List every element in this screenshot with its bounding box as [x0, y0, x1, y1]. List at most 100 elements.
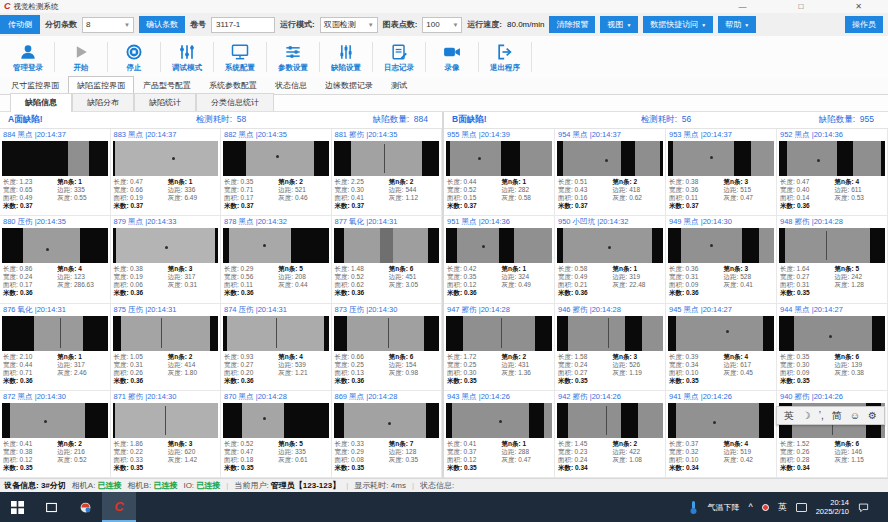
defect-thumbnail[interactable] [113, 228, 219, 263]
taskbar-active-app-icon[interactable]: C [102, 492, 136, 522]
defect-thumbnail[interactable] [557, 316, 663, 351]
sub-tab-0[interactable]: 缺陷信息 [10, 93, 72, 112]
defect-cell-876[interactable]: 876 氧化 |20:14:31长度: 2.10宽度: 0.44面积: 0.71… [0, 304, 111, 391]
defect-thumbnail[interactable] [223, 403, 329, 438]
defect-thumbnail[interactable] [557, 141, 663, 176]
defect-thumbnail[interactable] [557, 403, 663, 438]
roll-number-input[interactable]: 3117-1 [211, 17, 275, 33]
main-tab-6[interactable]: 测试 [382, 76, 416, 94]
defect-thumbnail[interactable] [668, 316, 774, 351]
view-menu-button[interactable]: 视图▼ [600, 16, 638, 33]
defect-thumbnail[interactable] [446, 403, 552, 438]
defect-thumbnail[interactable] [334, 228, 440, 263]
defect-thumbnail[interactable] [2, 316, 108, 351]
defect-cell-874[interactable]: 874 压伤 |20:14:31长度: 0.93宽度: 0.27面积: 0.20… [221, 304, 332, 391]
toolbar-button-camera[interactable]: 录像 [428, 42, 476, 73]
task-view-button[interactable] [34, 492, 68, 522]
defect-thumbnail[interactable] [113, 403, 219, 438]
defect-cell-942[interactable]: 942 擦伤 |20:14:26长度: 1.45宽度: 0.23面积: 0.24… [555, 391, 666, 478]
tray-notification-icon[interactable] [762, 504, 769, 511]
defect-cell-952[interactable]: 952 黑点 |20:14:36长度: 0.47宽度: 0.40面积: 0.14… [777, 129, 888, 216]
defect-cell-884[interactable]: 884 黑点 |20:14:37长度: 1.23宽度: 0.65面积: 0.49… [0, 129, 111, 216]
defect-thumbnail[interactable] [223, 316, 329, 351]
slit-count-select[interactable]: 8▼ [82, 17, 134, 33]
defect-cell-955[interactable]: 955 黑点 |20:14:39长度: 0.44宽度: 0.52面积: 0.15… [444, 129, 555, 216]
defect-cell-953[interactable]: 953 黑点 |20:14:37长度: 0.38宽度: 0.36面积: 0.11… [666, 129, 777, 216]
defect-thumbnail[interactable] [2, 141, 108, 176]
toolbar-button-user[interactable]: 管理登录 [4, 42, 52, 73]
tray-expand-button[interactable]: ^ [748, 502, 752, 512]
defect-cell-877[interactable]: 877 氧化 |20:14:31长度: 1.48宽度: 0.52面积: 0.62… [332, 216, 443, 303]
defect-cell-950[interactable]: 950 小凹坑 |20:14:32长度: 0.58宽度: 0.49面积: 0.2… [555, 216, 666, 303]
defect-thumbnail[interactable] [557, 228, 663, 263]
ime-toolbar[interactable]: 英☽’,简☺⚙ [776, 406, 885, 425]
close-button[interactable]: ✕ [855, 2, 862, 12]
defect-thumbnail[interactable] [668, 141, 774, 176]
data-quick-access-button[interactable]: 数据快捷访问▼ [643, 16, 713, 33]
toolbar-button-monitor[interactable]: 系统配置 [216, 42, 264, 73]
confirm-count-button[interactable]: 确认条数 [139, 16, 185, 33]
defect-thumbnail[interactable] [446, 228, 552, 263]
taskbar-app-icon[interactable] [68, 492, 102, 522]
weather-text[interactable]: 气温下降 [707, 502, 739, 513]
chart-points-select[interactable]: 100▼ [422, 17, 462, 33]
main-tab-4[interactable]: 状态信息 [266, 76, 316, 94]
defect-cell-943[interactable]: 943 黑点 |20:14:26长度: 0.41宽度: 0.37面积: 0.12… [444, 391, 555, 478]
defect-cell-878[interactable]: 878 黑点 |20:14:32长度: 0.29宽度: 0.56面积: 0.11… [221, 216, 332, 303]
defect-cell-880[interactable]: 880 压伤 |20:14:35长度: 0.86宽度: 0.24面积: 0.17… [0, 216, 111, 303]
defect-thumbnail[interactable] [2, 403, 108, 438]
defect-cell-945[interactable]: 945 黑点 |20:14:27长度: 0.39宽度: 0.34面积: 0.10… [666, 304, 777, 391]
defect-cell-949[interactable]: 949 黑点 |20:14:30长度: 0.36宽度: 0.31面积: 0.09… [666, 216, 777, 303]
defect-thumbnail[interactable] [668, 403, 774, 438]
ime-item-4[interactable]: ☺ [850, 410, 860, 421]
toolbar-button-stop[interactable]: 停止 [110, 42, 158, 73]
defect-thumbnail[interactable] [446, 316, 552, 351]
defect-cell-948[interactable]: 948 擦伤 |20:14:28长度: 1.64宽度: 0.27面积: 0.31… [777, 216, 888, 303]
defect-thumbnail[interactable] [223, 228, 329, 263]
input-language-indicator[interactable]: 英 [778, 501, 787, 514]
defect-thumbnail[interactable] [2, 228, 108, 263]
toolbar-button-hsliders[interactable]: 参数设置 [269, 42, 317, 73]
defect-thumbnail[interactable] [779, 228, 885, 263]
defect-cell-883[interactable]: 883 黑点 |20:14:37长度: 0.47宽度: 0.66面积: 0.19… [111, 129, 222, 216]
defect-thumbnail[interactable] [113, 316, 219, 351]
toolbar-button-vsliders[interactable]: 缺陷设置 [322, 42, 370, 73]
ime-item-2[interactable]: ’, [819, 410, 824, 421]
maximize-button[interactable]: □ [798, 2, 803, 12]
ime-item-1[interactable]: ☽ [802, 410, 811, 421]
main-tab-0[interactable]: 尺寸监控界面 [2, 76, 68, 94]
defect-thumbnail[interactable] [334, 316, 440, 351]
defect-cell-873[interactable]: 873 压伤 |20:14:30长度: 0.66宽度: 0.25面积: 0.13… [332, 304, 443, 391]
defect-cell-941[interactable]: 941 黑点 |20:14:26长度: 0.37宽度: 0.32面积: 0.10… [666, 391, 777, 478]
defect-cell-869[interactable]: 869 黑点 |20:14:28长度: 0.33宽度: 0.29面积: 0.08… [332, 391, 443, 478]
defect-thumbnail[interactable] [223, 141, 329, 176]
main-tab-5[interactable]: 边缘数据记录 [316, 76, 382, 94]
defect-cell-872[interactable]: 872 黑点 |20:14:30长度: 0.41宽度: 0.38面积: 0.12… [0, 391, 111, 478]
defect-thumbnail[interactable] [334, 403, 440, 438]
taskbar-clock[interactable]: 20:14 2025/2/10 [816, 498, 849, 516]
main-tab-2[interactable]: 产品型号配置 [134, 76, 200, 94]
toolbar-button-debug[interactable]: 调试模式 [163, 42, 211, 73]
ime-item-3[interactable]: 简 [832, 409, 842, 423]
defect-thumbnail[interactable] [446, 141, 552, 176]
ime-item-0[interactable]: 英 [784, 409, 794, 423]
sub-tab-2[interactable]: 缺陷统计 [134, 93, 196, 111]
touch-keyboard-icon[interactable] [796, 503, 807, 512]
defect-thumbnail[interactable] [113, 141, 219, 176]
defect-thumbnail[interactable] [779, 316, 885, 351]
defect-thumbnail[interactable] [779, 141, 885, 176]
defect-cell-951[interactable]: 951 黑点 |20:14:36长度: 0.42宽度: 0.35面积: 0.12… [444, 216, 555, 303]
defect-cell-944[interactable]: 944 黑点 |20:14:27长度: 0.35宽度: 0.30面积: 0.09… [777, 304, 888, 391]
defect-cell-940[interactable]: 940 擦伤 |20:14:26长度: 1.52宽度: 0.26面积: 0.28… [777, 391, 888, 478]
defect-cell-871[interactable]: 871 擦伤 |20:14:30长度: 1.86宽度: 0.22面积: 0.33… [111, 391, 222, 478]
defect-cell-879[interactable]: 879 黑点 |20:14:33长度: 0.38宽度: 0.19面积: 0.06… [111, 216, 222, 303]
toolbar-button-exit[interactable]: 退出程序 [481, 42, 529, 73]
clear-alarm-button[interactable]: 清除报警 [549, 16, 595, 33]
start-button[interactable] [0, 492, 34, 522]
defect-cell-870[interactable]: 870 黑点 |20:14:28长度: 0.52宽度: 0.47面积: 0.18… [221, 391, 332, 478]
defect-cell-947[interactable]: 947 擦伤 |20:14:28长度: 1.72宽度: 0.25面积: 0.30… [444, 304, 555, 391]
toolbar-button-log[interactable]: 日志记录 [375, 42, 423, 73]
toolbar-button-play[interactable]: 开始 [57, 42, 105, 73]
defect-cell-954[interactable]: 954 黑点 |20:14:37长度: 0.51宽度: 0.43面积: 0.16… [555, 129, 666, 216]
defect-cell-882[interactable]: 882 黑点 |20:14:35长度: 0.35宽度: 0.71面积: 0.17… [221, 129, 332, 216]
